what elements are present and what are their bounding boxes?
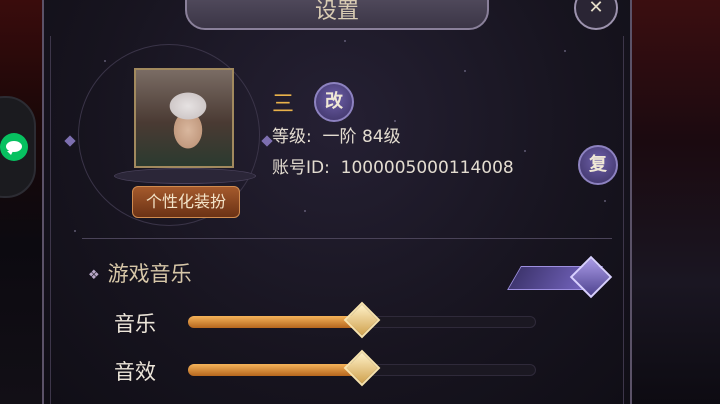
section-divider: [82, 238, 612, 239]
rename-button[interactable]: 改: [314, 82, 354, 122]
level-label: 等级:: [272, 127, 312, 147]
game-music-toggle[interactable]: [507, 255, 613, 299]
level-row: 等级: 一阶 84级: [272, 122, 401, 147]
account-row: 账号ID: 1000005000114008: [272, 153, 514, 178]
diamond-bullet-icon: ❖: [88, 267, 100, 283]
avatar-base: [114, 168, 256, 184]
account-id: 1000005000114008: [340, 158, 514, 178]
player-name: 三: [272, 92, 295, 117]
copy-id-button[interactable]: 复: [578, 145, 618, 185]
close-icon: ✕: [588, 0, 604, 18]
toggle-knob[interactable]: [569, 255, 613, 299]
music-label: 音乐: [114, 312, 156, 336]
slider-fill: [188, 316, 362, 328]
account-label: 账号ID:: [272, 158, 330, 178]
music-slider[interactable]: [188, 301, 536, 339]
wechat-icon: [0, 133, 28, 161]
customize-outfit-button[interactable]: 个性化装扮: [132, 186, 240, 218]
background-right: [630, 0, 720, 404]
wechat-float-button[interactable]: [0, 96, 36, 198]
avatar[interactable]: [134, 68, 234, 168]
panel-title: 设置: [185, 0, 489, 30]
sound-effects-label: 音效: [114, 360, 156, 384]
sound-effects-slider[interactable]: [188, 349, 536, 387]
level-value: 一阶 84级: [322, 127, 401, 147]
panel-title-text: 设置: [314, 0, 359, 24]
slider-fill: [188, 364, 362, 376]
section-title-text: 游戏音乐: [107, 262, 192, 286]
game-music-section-title: ❖ 游戏音乐: [88, 258, 192, 288]
